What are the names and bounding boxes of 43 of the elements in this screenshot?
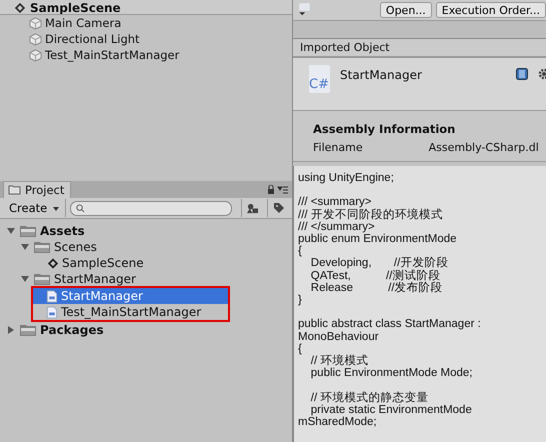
asset-item[interactable]: Scenes — [0, 239, 292, 255]
asset-item[interactable]: Packages — [0, 322, 292, 338]
script-file-icon — [46, 290, 58, 302]
assembly-title: Assembly Information — [313, 121, 456, 138]
expand-arrow-icon[interactable] — [6, 325, 16, 335]
asset-item[interactable]: Assets — [0, 223, 292, 239]
asset-name: StartManager — [340, 68, 423, 82]
script-file-icon: C# — [309, 65, 330, 93]
cube-icon — [29, 32, 42, 46]
folder-icon — [19, 324, 37, 336]
script-file-icon — [46, 306, 58, 318]
expand-arrow-icon[interactable] — [20, 242, 30, 252]
search-icon — [76, 204, 85, 212]
cube-icon — [29, 48, 42, 62]
cube-icon — [29, 16, 42, 30]
folder-icon — [33, 240, 51, 254]
field-label: Filename — [313, 140, 363, 156]
lock-icon[interactable] — [267, 185, 289, 195]
expand-arrow-icon[interactable] — [20, 274, 30, 284]
caret-icon — [52, 206, 59, 211]
hierarchy-item[interactable]: Main Camera — [0, 15, 292, 31]
shapes-icon — [246, 202, 259, 214]
project-tab[interactable]: Project — [3, 181, 72, 198]
field-value: Assembly-CSharp.dl — [428, 140, 539, 156]
section-header: Imported Object — [293, 39, 546, 58]
inspector-button[interactable]: Execution Order... — [436, 2, 546, 18]
unity-icon — [47, 256, 59, 270]
hierarchy-item[interactable]: Test_MainStartManager — [0, 47, 292, 63]
tag-icon — [272, 202, 284, 214]
folder-icon — [33, 272, 51, 286]
search-field[interactable] — [70, 200, 232, 216]
help-icon[interactable] — [516, 68, 528, 80]
expand-arrow-icon[interactable] — [6, 226, 16, 236]
hierarchy-item[interactable]: Directional Light — [0, 31, 292, 47]
asset-item[interactable]: SampleScene — [0, 255, 292, 271]
inspector-button[interactable]: Open... — [380, 2, 432, 18]
asset-item[interactable]: StartManager — [0, 271, 292, 287]
unity-icon — [14, 2, 26, 14]
folder-icon — [8, 185, 21, 195]
asset-item[interactable]: StartManager — [33, 288, 228, 304]
folder-icon — [19, 224, 37, 238]
asset-item[interactable]: Test_MainStartManager — [33, 304, 228, 320]
code-text: using UnityEngine; /// <summary> /// 开发不同阶段的环境模式 /// </summary> public enum EnvironmentMode { Developing, //开发阶段 QATest, //测试阶段 Release //发布阶段 } public abstract class StartManager : MonoBehaviour { // 环境模式 public EnvironmentMode Mode; // 环境模式的静态变量 private static EnvironmentMode mSharedMode; — [298, 172, 482, 428]
